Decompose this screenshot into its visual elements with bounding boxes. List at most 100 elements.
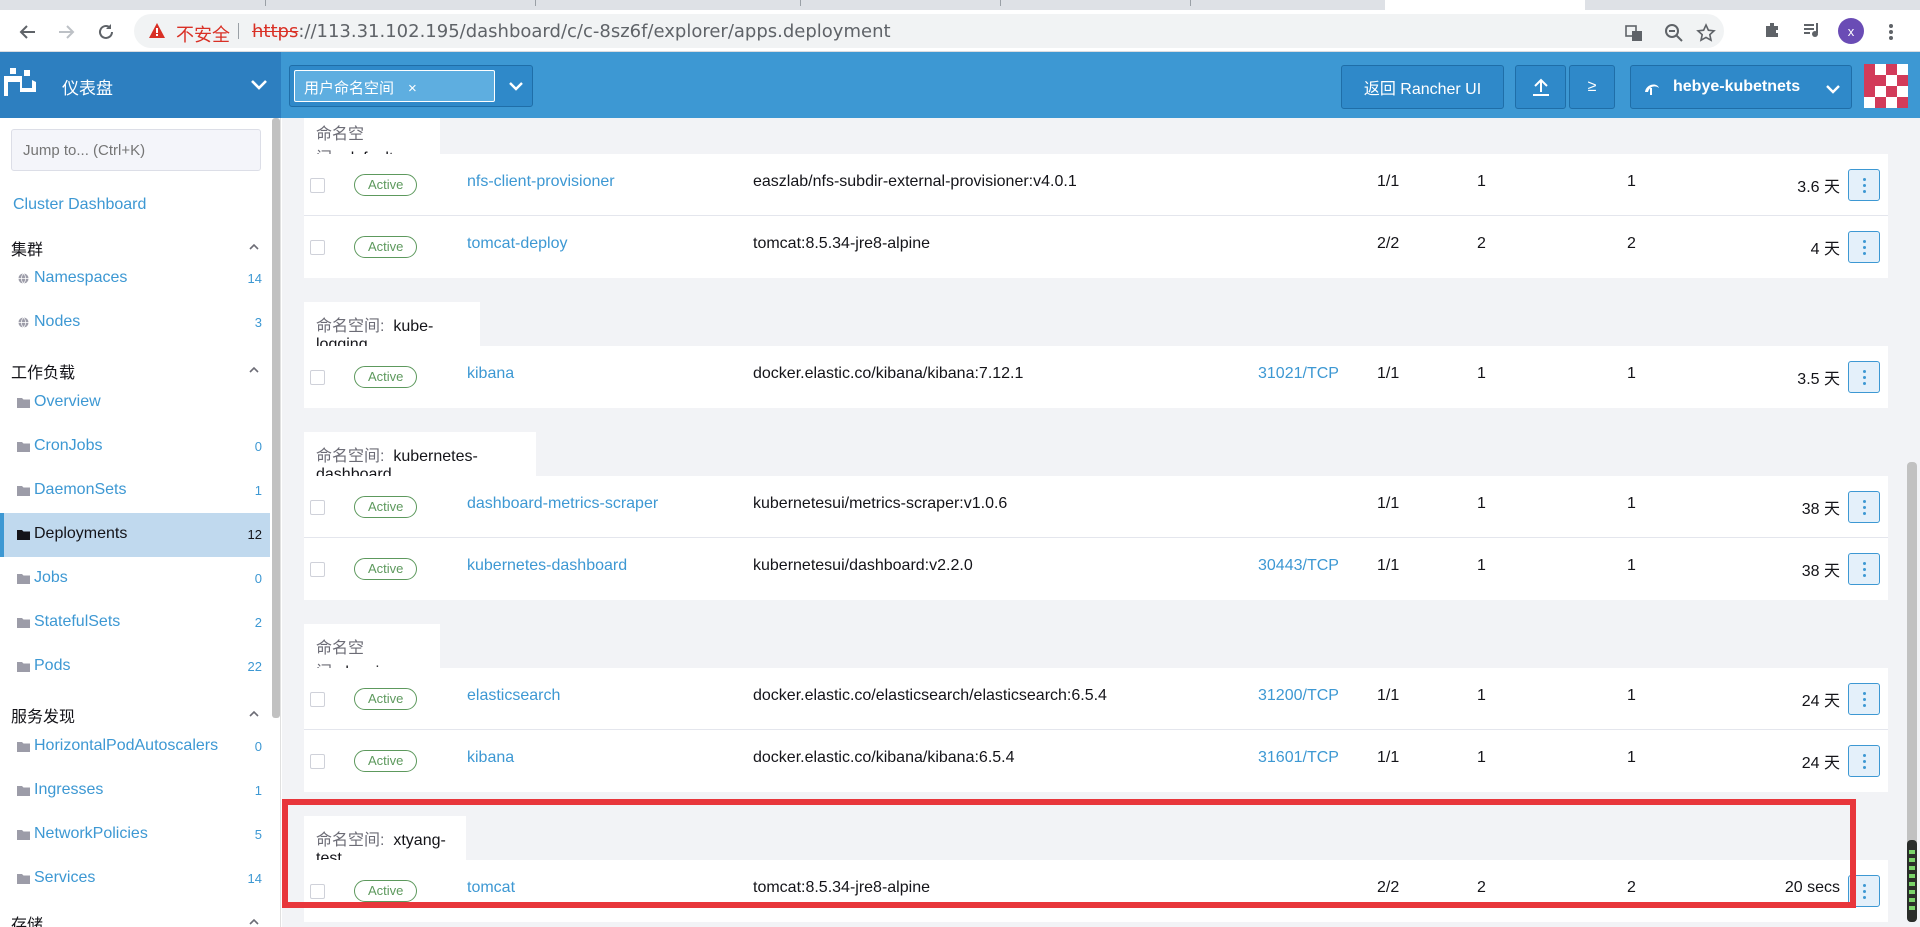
- image-cell: kubernetesui/dashboard:v2.2.0: [753, 557, 973, 574]
- table-row[interactable]: Active elasticsearch docker.elastic.co/e…: [304, 668, 1888, 730]
- row-actions-menu-icon[interactable]: [1848, 553, 1880, 585]
- sidebar-item-hpa[interactable]: HorizontalPodAutoscalers 0: [0, 725, 270, 769]
- row-checkbox[interactable]: [310, 178, 325, 193]
- ready-cell: 1/1: [1377, 495, 1400, 512]
- jump-to-input[interactable]: [11, 129, 261, 171]
- sidebar-item-label: Namespaces: [34, 269, 128, 286]
- endpoint-link[interactable]: 31601/TCP: [1258, 749, 1339, 767]
- brand-menu[interactable]: 仪表盘: [0, 52, 281, 118]
- kubectl-shell-button[interactable]: ≥: [1569, 65, 1615, 109]
- translate-icon[interactable]: [1624, 23, 1644, 43]
- deployment-name-link[interactable]: tomcat-deploy: [467, 235, 568, 253]
- row-checkbox[interactable]: [310, 754, 325, 769]
- insecure-label: 不安全: [176, 25, 230, 46]
- deployment-name-link[interactable]: tomcat: [467, 879, 515, 897]
- row-actions-menu-icon[interactable]: [1848, 875, 1880, 907]
- sidebar-item-deployments[interactable]: Deployments 12: [0, 513, 270, 557]
- cluster-icon: [1645, 84, 1659, 95]
- sidebar-item-count: 14: [247, 871, 262, 886]
- deployment-name-link[interactable]: kubernetes-dashboard: [467, 557, 627, 575]
- deployment-name-link[interactable]: kibana: [467, 749, 514, 767]
- browser-menu-icon[interactable]: [1888, 22, 1894, 44]
- chevron-up-icon[interactable]: [249, 710, 259, 718]
- user-avatar[interactable]: [1864, 64, 1908, 108]
- row-actions-menu-icon[interactable]: [1848, 361, 1880, 393]
- sidebar-item-ingresses[interactable]: Ingresses 1: [0, 769, 270, 813]
- namespace-chip[interactable]: 用户命名空间 ×: [294, 70, 495, 102]
- up-to-date-cell: 1: [1477, 495, 1486, 512]
- table-row[interactable]: Active nfs-client-provisioner easzlab/nf…: [304, 154, 1888, 216]
- deployment-name-link[interactable]: kibana: [467, 365, 514, 383]
- deployment-name-link[interactable]: dashboard-metrics-scraper: [467, 495, 658, 513]
- table-row[interactable]: Active tomcat tomcat:8.5.34-jre8-alpine …: [304, 860, 1888, 922]
- import-yaml-button[interactable]: [1515, 65, 1566, 109]
- group-title-workloads[interactable]: 工作负载: [11, 359, 75, 383]
- row-actions-menu-icon[interactable]: [1848, 745, 1880, 777]
- chevron-down-icon[interactable]: [508, 80, 524, 92]
- row-checkbox[interactable]: [310, 370, 325, 385]
- row-actions-menu-icon[interactable]: [1848, 169, 1880, 201]
- sidebar-item-overview[interactable]: Overview: [0, 381, 270, 425]
- deployment-name-link[interactable]: elasticsearch: [467, 687, 560, 705]
- sidebar-item-jobs[interactable]: Jobs 0: [0, 557, 270, 601]
- row-checkbox[interactable]: [310, 562, 325, 577]
- sidebar-item-daemonsets[interactable]: DaemonSets 1: [0, 469, 270, 513]
- group-title-service-discovery[interactable]: 服务发现: [11, 703, 75, 727]
- address-bar[interactable]: 不安全 https://113.31.102.195/dashboard/c/c…: [134, 14, 1724, 48]
- sidebar-item-namespaces[interactable]: Namespaces 14: [0, 257, 270, 301]
- table-row[interactable]: Active tomcat-deploy tomcat:8.5.34-jre8-…: [304, 216, 1888, 278]
- sidebar-item-cronjobs[interactable]: CronJobs 0: [0, 425, 270, 469]
- group-title-storage[interactable]: 存储: [11, 911, 43, 927]
- media-control-icon[interactable]: [1802, 20, 1822, 40]
- chevron-down-icon[interactable]: [250, 78, 268, 92]
- table-row[interactable]: Active kibana docker.elastic.co/kibana/k…: [304, 346, 1888, 408]
- cluster-switcher[interactable]: hebye-kubetnets: [1630, 65, 1852, 109]
- endpoint-link[interactable]: 31200/TCP: [1258, 687, 1339, 705]
- deployment-name-link[interactable]: nfs-client-provisioner: [467, 173, 615, 191]
- scroll-thumb[interactable]: [1907, 840, 1917, 922]
- endpoint-link[interactable]: 31021/TCP: [1258, 365, 1339, 383]
- tab-separator: [265, 0, 266, 6]
- sidebar-item-pods[interactable]: Pods 22: [0, 645, 270, 689]
- row-checkbox[interactable]: [310, 692, 325, 707]
- table-row[interactable]: Active dashboard-metrics-scraper kuberne…: [304, 476, 1888, 538]
- sidebar-item-services[interactable]: Services 14: [0, 857, 270, 901]
- row-actions-menu-icon[interactable]: [1848, 491, 1880, 523]
- row-checkbox[interactable]: [310, 240, 325, 255]
- forward-arrow-icon[interactable]: [52, 18, 80, 46]
- row-checkbox[interactable]: [310, 884, 325, 899]
- namespace-filter[interactable]: 用户命名空间 ×: [289, 65, 533, 107]
- chevron-up-icon[interactable]: [249, 918, 259, 926]
- table-row[interactable]: Active kubernetes-dashboard kubernetesui…: [304, 538, 1888, 600]
- chip-remove-icon[interactable]: ×: [408, 80, 417, 97]
- sidebar-scrollbar[interactable]: [272, 118, 280, 718]
- main-scrollbar[interactable]: [1907, 462, 1917, 922]
- chevron-up-icon[interactable]: [249, 366, 259, 374]
- back-arrow-icon[interactable]: [14, 18, 42, 46]
- reload-icon[interactable]: [92, 18, 120, 46]
- sidebar-item-statefulsets[interactable]: StatefulSets 2: [0, 601, 270, 645]
- cluster-dashboard-link[interactable]: Cluster Dashboard: [13, 196, 146, 214]
- status-badge: Active: [354, 496, 418, 518]
- profile-avatar[interactable]: x: [1838, 18, 1864, 44]
- extensions-puzzle-icon[interactable]: [1762, 20, 1782, 40]
- sidebar-item-nodes[interactable]: Nodes 3: [0, 301, 270, 345]
- browser-toolbar: 不安全 https://113.31.102.195/dashboard/c/c…: [0, 10, 1920, 52]
- zoom-icon[interactable]: [1664, 23, 1684, 43]
- available-cell: 1: [1627, 173, 1636, 190]
- endpoint-link[interactable]: 30443/TCP: [1258, 557, 1339, 575]
- sidebar-item-label: StatefulSets: [34, 613, 121, 630]
- namespace-prefix: 命名空间:: [316, 318, 385, 335]
- table-row[interactable]: Active kibana docker.elastic.co/kibana/k…: [304, 730, 1888, 792]
- chevron-up-icon[interactable]: [249, 243, 259, 251]
- bookmark-star-icon[interactable]: [1696, 23, 1716, 43]
- namespace-group-header: 命名空间: logging: [304, 624, 1888, 681]
- sidebar-item-networkpolicies[interactable]: NetworkPolicies 5: [0, 813, 270, 857]
- sidebar-item-label: NetworkPolicies: [34, 825, 148, 842]
- row-checkbox[interactable]: [310, 500, 325, 515]
- active-browser-tab[interactable]: [1385, 0, 1585, 10]
- row-actions-menu-icon[interactable]: [1848, 683, 1880, 715]
- back-to-rancher-button[interactable]: 返回 Rancher UI: [1341, 65, 1504, 109]
- row-actions-menu-icon[interactable]: [1848, 231, 1880, 263]
